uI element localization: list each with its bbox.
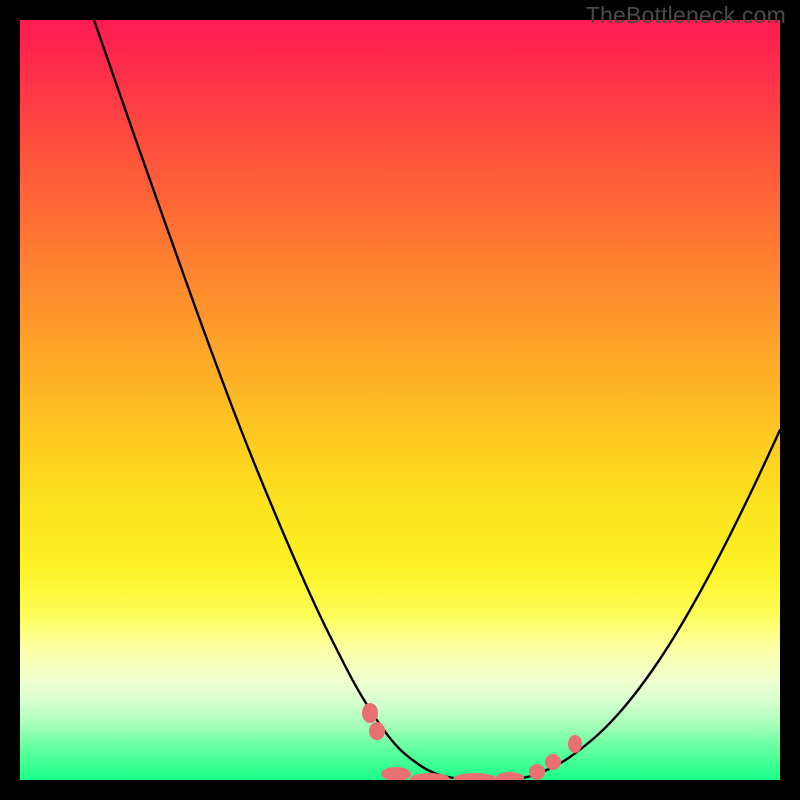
- data-marker: [381, 767, 411, 780]
- data-marker: [496, 772, 524, 780]
- chart-svg: [20, 20, 780, 780]
- chart-frame: TheBottleneck.com: [0, 0, 800, 800]
- data-marker: [545, 754, 561, 770]
- watermark-text: TheBottleneck.com: [586, 2, 786, 29]
- data-marker: [453, 773, 497, 780]
- data-marker: [568, 735, 582, 753]
- data-marker: [529, 764, 545, 780]
- data-marker: [369, 722, 385, 740]
- data-markers: [362, 703, 582, 780]
- data-marker: [362, 703, 378, 723]
- bottleneck-curve: [94, 20, 780, 780]
- data-marker: [410, 773, 450, 780]
- plot-area: [20, 20, 780, 780]
